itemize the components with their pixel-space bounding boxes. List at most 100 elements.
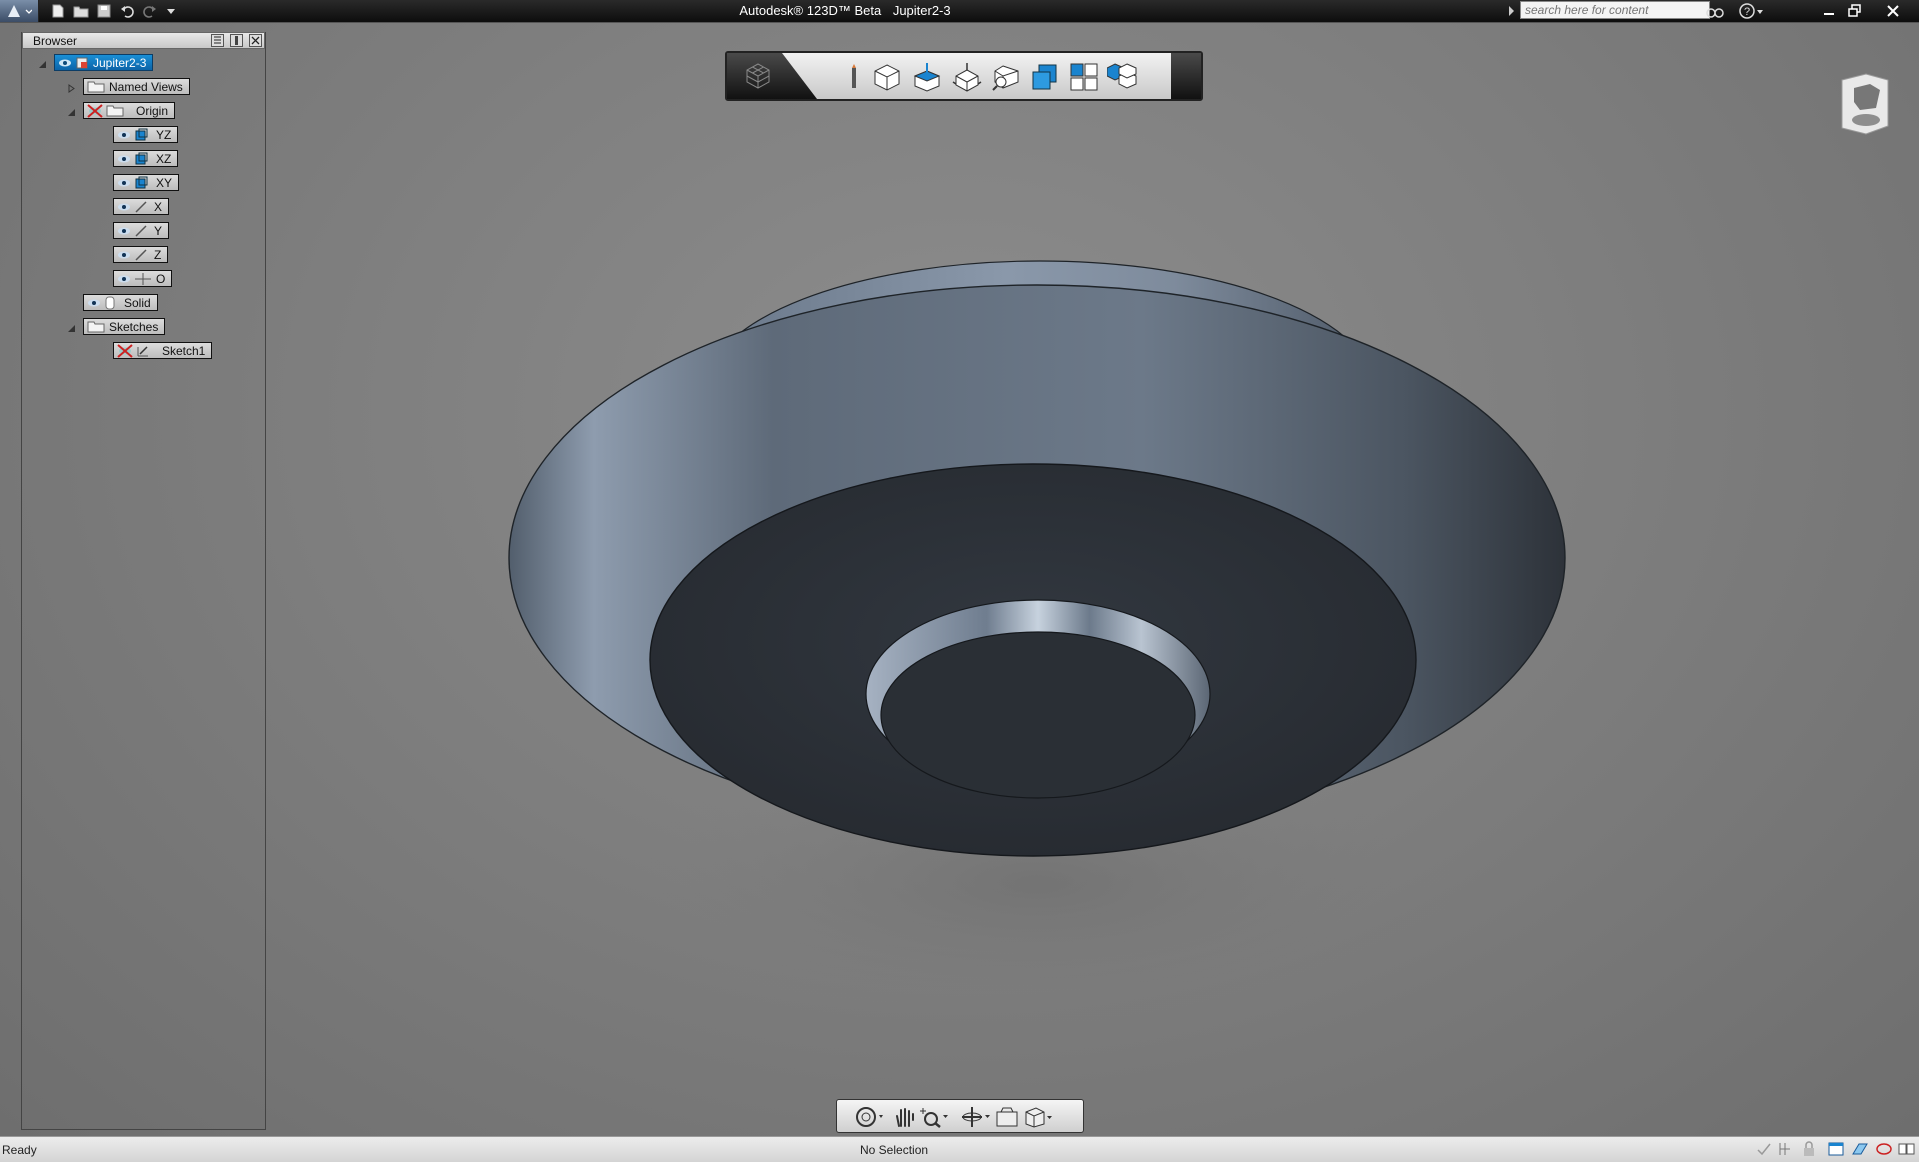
look-at-button[interactable] — [839, 62, 869, 92]
tree-node-plane-xy[interactable]: XY — [113, 174, 180, 191]
tree-node-label: Sketches — [109, 319, 159, 334]
display-style-icon — [1106, 63, 1137, 89]
multi-view-button[interactable] — [1898, 1141, 1916, 1157]
eye-icon — [88, 299, 100, 306]
eye-icon — [118, 227, 130, 234]
check-icon — [1757, 1143, 1771, 1156]
close-button[interactable] — [1880, 0, 1906, 22]
tree-node-solid[interactable]: Solid — [83, 294, 158, 311]
expand-toggle-sketches[interactable] — [67, 324, 76, 333]
solid-body-icon — [105, 296, 115, 309]
3d-model[interactable] — [0, 23, 1919, 1136]
quad-view-button[interactable] — [1069, 62, 1099, 92]
top-view-button[interactable] — [912, 62, 942, 92]
app-name: Autodesk® 123D™ Beta — [739, 3, 882, 18]
pan-button[interactable] — [893, 1106, 919, 1128]
work-axis-icon — [135, 248, 147, 261]
work-axis-icon — [135, 224, 147, 237]
expand-toggle-named-views[interactable] — [67, 84, 76, 93]
steering-wheel-button[interactable] — [855, 1106, 883, 1128]
caret-right-icon — [1509, 6, 1514, 16]
navigation-bar — [836, 1099, 1084, 1133]
zoom-button[interactable] — [919, 1106, 948, 1128]
binoculars-icon — [1706, 8, 1724, 18]
perspective-view-icon — [992, 65, 1019, 91]
work-plane-icon — [135, 152, 148, 164]
eye-icon — [118, 275, 130, 282]
eye-icon — [118, 251, 130, 258]
work-plane-icon — [135, 176, 148, 188]
tree-node-label: Jupiter2-3 — [93, 55, 147, 70]
eye-icon — [59, 59, 71, 66]
tree-node-origin[interactable]: Origin — [83, 102, 176, 119]
browser-panel: Browser Jupiter2-3 Named Views Origin YZ — [21, 32, 266, 1130]
tree-node-label: YZ — [156, 127, 172, 142]
lock-icon[interactable] — [1800, 1141, 1818, 1157]
tree-node-sketch1[interactable]: Sketch1 — [113, 342, 213, 359]
perspective-view-button[interactable] — [991, 62, 1021, 92]
tree-node-root[interactable]: Jupiter2-3 — [54, 54, 154, 71]
top-view-icon — [913, 63, 941, 92]
restore-button[interactable] — [1842, 0, 1868, 22]
browser-title: Browser — [33, 34, 78, 48]
expand-toggle-origin[interactable] — [67, 108, 76, 117]
work-axis-icon — [135, 200, 147, 213]
view-cube-menu-icon — [1025, 1107, 1052, 1128]
tree-node-axis-x[interactable]: X — [113, 198, 170, 215]
tree-node-axis-z[interactable]: Z — [113, 246, 169, 263]
search-input[interactable] — [1520, 1, 1710, 19]
browser-list-button[interactable] — [211, 34, 224, 47]
front-view-icon — [874, 64, 900, 91]
eye-icon — [118, 179, 130, 186]
browser-header: Browser — [22, 32, 265, 49]
shaded-button[interactable] — [1030, 62, 1060, 92]
search-expand-arrow[interactable] — [1509, 5, 1515, 20]
status-bar: Ready No Selection — [0, 1136, 1919, 1162]
orbit-button[interactable] — [961, 1106, 990, 1128]
front-view-button[interactable] — [872, 62, 902, 92]
binoculars-button[interactable] — [1706, 3, 1724, 22]
visual-style-button[interactable] — [1875, 1141, 1893, 1157]
grid-snap-button[interactable] — [1777, 1141, 1795, 1157]
tree-node-label: XY — [156, 175, 173, 190]
help-button[interactable]: ? — [1738, 2, 1764, 23]
tree-node-named-views[interactable]: Named Views — [83, 78, 190, 95]
tree-node-origin-point[interactable]: O — [113, 270, 173, 287]
viewcube-icon — [1841, 73, 1889, 135]
3d-viewport[interactable] — [0, 23, 1919, 1136]
orbit-icon — [962, 1107, 990, 1127]
minimize-button[interactable] — [1816, 0, 1842, 22]
folder-icon — [87, 81, 105, 93]
tree-node-axis-y[interactable]: Y — [113, 222, 170, 239]
viewcube[interactable] — [1836, 70, 1892, 140]
tree-node-label: Named Views — [109, 79, 183, 94]
tree-node-plane-yz[interactable]: YZ — [113, 126, 179, 143]
display-style-button[interactable] — [1106, 62, 1137, 92]
browser-options-button[interactable] — [230, 34, 243, 47]
svg-text:?: ? — [1744, 6, 1750, 18]
tree-node-label: Origin — [136, 103, 169, 118]
expand-toggle-root[interactable] — [38, 60, 47, 69]
grid-display-button[interactable] — [1851, 1141, 1869, 1157]
view-cube-menu-button[interactable] — [1022, 1106, 1052, 1128]
list-icon — [214, 36, 221, 44]
visibility-off-icon — [117, 343, 133, 358]
browser-close-button[interactable] — [249, 34, 262, 47]
work-point-icon — [135, 272, 151, 285]
eye-icon — [118, 131, 130, 138]
minimize-icon — [1824, 13, 1834, 15]
model-recess-floor[interactable] — [880, 631, 1196, 799]
tree-node-label: XZ — [156, 151, 172, 166]
camera-icon — [996, 1107, 1018, 1127]
help-icon: ? — [1739, 3, 1763, 19]
tree-node-label: Sketch1 — [162, 343, 206, 358]
tree-node-sketches[interactable]: Sketches — [83, 318, 166, 335]
tree-node-plane-xz[interactable]: XZ — [113, 150, 179, 167]
tree-node-label: Solid — [124, 295, 151, 310]
window-layout-button[interactable] — [1827, 1141, 1845, 1157]
isometric-view-icon — [952, 63, 982, 92]
view-toolbar-handle[interactable] — [1171, 53, 1201, 99]
home-view-button[interactable] — [743, 61, 773, 91]
isometric-view-button[interactable] — [952, 62, 982, 92]
camera-button[interactable] — [995, 1106, 1021, 1128]
